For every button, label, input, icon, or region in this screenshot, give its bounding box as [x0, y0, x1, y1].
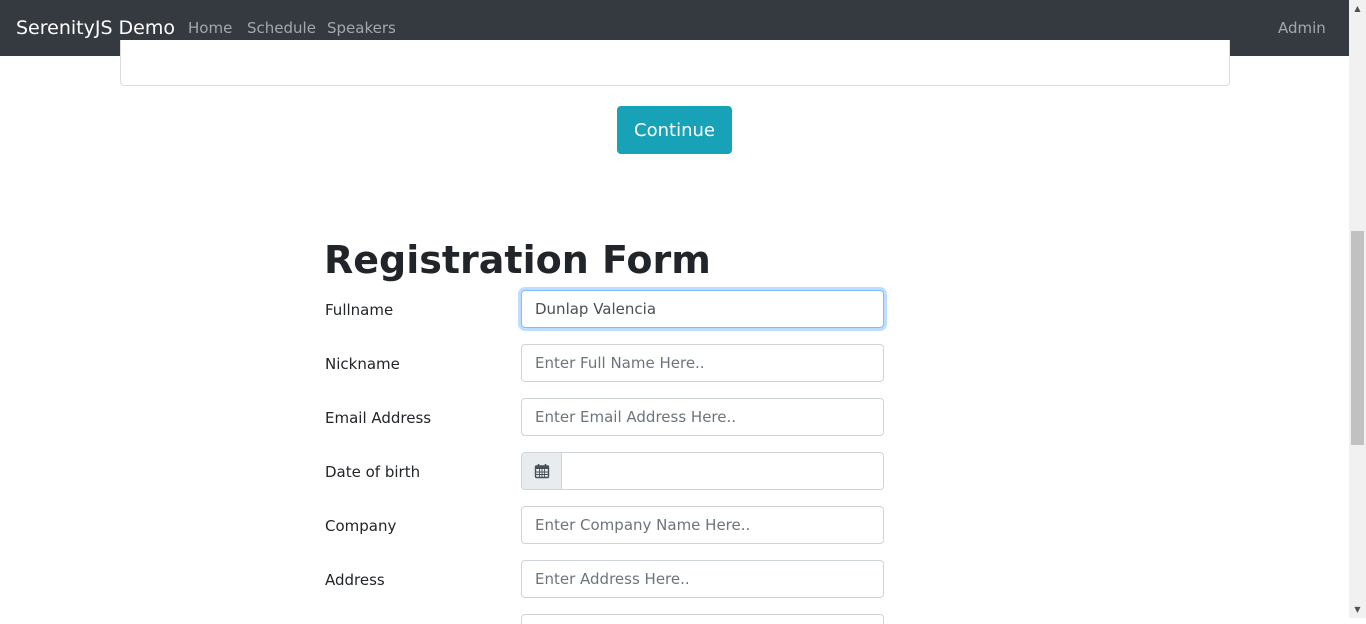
email-label: Email Address [325, 409, 432, 427]
scroll-up-icon[interactable]: ▲ [1349, 0, 1366, 17]
card-container [120, 40, 1230, 86]
address-label: Address [325, 571, 385, 589]
fullname-input[interactable] [521, 290, 884, 328]
nickname-label: Nickname [325, 355, 400, 373]
dob-input[interactable] [562, 453, 883, 489]
address-input[interactable] [521, 560, 884, 598]
fullname-label: Fullname [325, 301, 394, 319]
company-label: Company [325, 517, 397, 535]
company-input[interactable] [521, 506, 884, 544]
continue-button[interactable]: Continue [617, 106, 732, 154]
form-title: Registration Form [324, 238, 711, 282]
vertical-scrollbar[interactable]: ▲ ▼ [1349, 0, 1366, 618]
dob-label: Date of birth [325, 463, 421, 481]
brand-link[interactable]: SerenityJS Demo [16, 15, 175, 41]
dob-input-group [521, 452, 884, 490]
nickname-input[interactable] [521, 344, 884, 382]
scroll-down-icon[interactable]: ▼ [1349, 601, 1366, 618]
nav-link-home[interactable]: Home [188, 18, 232, 38]
nav-link-admin[interactable]: Admin [1278, 18, 1326, 38]
scrollbar-thumb[interactable] [1351, 231, 1364, 445]
nav-link-speakers[interactable]: Speakers [327, 18, 396, 38]
email-input[interactable] [521, 398, 884, 436]
calendar-icon[interactable] [522, 453, 562, 489]
nav-link-schedule[interactable]: Schedule [247, 18, 316, 38]
next-field-input[interactable] [521, 614, 884, 624]
